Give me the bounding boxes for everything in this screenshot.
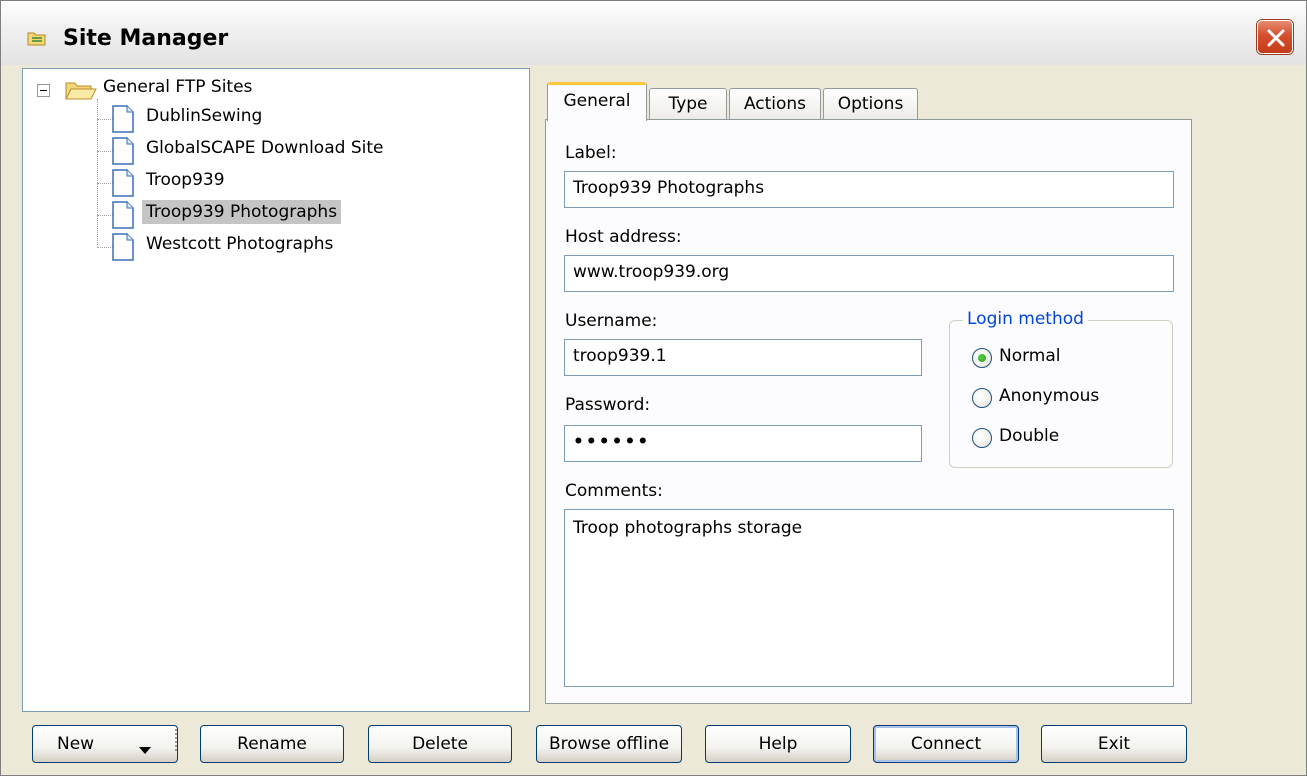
connect-button[interactable]: Connect [873, 725, 1019, 763]
tree-item-westcott-photographs[interactable]: Westcott Photographs [97, 231, 517, 261]
help-button[interactable]: Help [705, 725, 851, 763]
site-manager-window: Site Manager General FTP Sites DublinSew… [0, 0, 1307, 776]
tree-item-troop939[interactable]: Troop939 [97, 167, 517, 197]
tree-item-label: Westcott Photographs [146, 234, 334, 254]
radio-anonymous-label[interactable]: Anonymous [999, 386, 1099, 406]
folder-app-icon [27, 29, 47, 47]
new-button-label: New [57, 734, 95, 754]
tree-item-label: Troop939 [146, 170, 225, 190]
tree-item-troop939-photographs[interactable]: Troop939 Photographs [97, 199, 517, 229]
radio-double[interactable] [972, 428, 992, 448]
radio-normal[interactable] [972, 348, 992, 368]
new-button[interactable]: New [32, 725, 178, 763]
tree-item-label: Troop939 Photographs [142, 200, 342, 224]
close-button[interactable] [1257, 20, 1293, 54]
host-address-input[interactable]: www.troop939.org [564, 255, 1174, 292]
page-icon [111, 137, 135, 170]
folder-open-icon [65, 79, 97, 106]
delete-button[interactable]: Delete [368, 725, 512, 763]
title-bar[interactable]: Site Manager [1, 1, 1306, 65]
username-input[interactable]: troop939.1 [564, 339, 922, 376]
password-caption: Password: [565, 395, 651, 415]
comments-caption: Comments: [565, 481, 663, 501]
site-tree[interactable]: General FTP Sites DublinSewing GlobalSCA… [22, 68, 530, 712]
radio-normal-label[interactable]: Normal [999, 346, 1061, 366]
collapse-icon[interactable] [37, 84, 50, 97]
dropdown-arrow-icon[interactable] [139, 740, 151, 760]
tree-item-dublinsewing[interactable]: DublinSewing [97, 103, 517, 133]
host-address-caption: Host address: [565, 227, 682, 247]
rename-button[interactable]: Rename [200, 725, 344, 763]
tab-general[interactable]: General [547, 82, 647, 121]
page-icon [111, 169, 135, 202]
tree-root-label: General FTP Sites [103, 77, 253, 97]
button-separator [175, 729, 178, 751]
tree-item-globalscape[interactable]: GlobalSCAPE Download Site [97, 135, 517, 165]
label-input[interactable]: Troop939 Photographs [564, 171, 1174, 208]
radio-anonymous[interactable] [972, 388, 992, 408]
comments-textarea[interactable]: Troop photographs storage [564, 509, 1174, 687]
tree-item-label: DublinSewing [146, 106, 263, 126]
page-icon [111, 233, 135, 266]
window-title: Site Manager [63, 26, 229, 51]
page-icon [111, 105, 135, 138]
exit-button[interactable]: Exit [1041, 725, 1187, 763]
label-caption: Label: [565, 143, 617, 163]
tree-item-label: GlobalSCAPE Download Site [146, 138, 384, 158]
tab-options[interactable]: Options [823, 88, 918, 121]
page-icon [111, 201, 135, 234]
username-caption: Username: [565, 311, 658, 331]
password-input[interactable]: •••••• [564, 425, 922, 462]
login-method-title: Login method [963, 309, 1088, 329]
radio-double-label[interactable]: Double [999, 426, 1059, 446]
tab-type[interactable]: Type [649, 88, 727, 121]
tab-actions[interactable]: Actions [729, 88, 821, 121]
close-icon [1267, 29, 1285, 47]
browse-offline-button[interactable]: Browse offline [536, 725, 682, 763]
